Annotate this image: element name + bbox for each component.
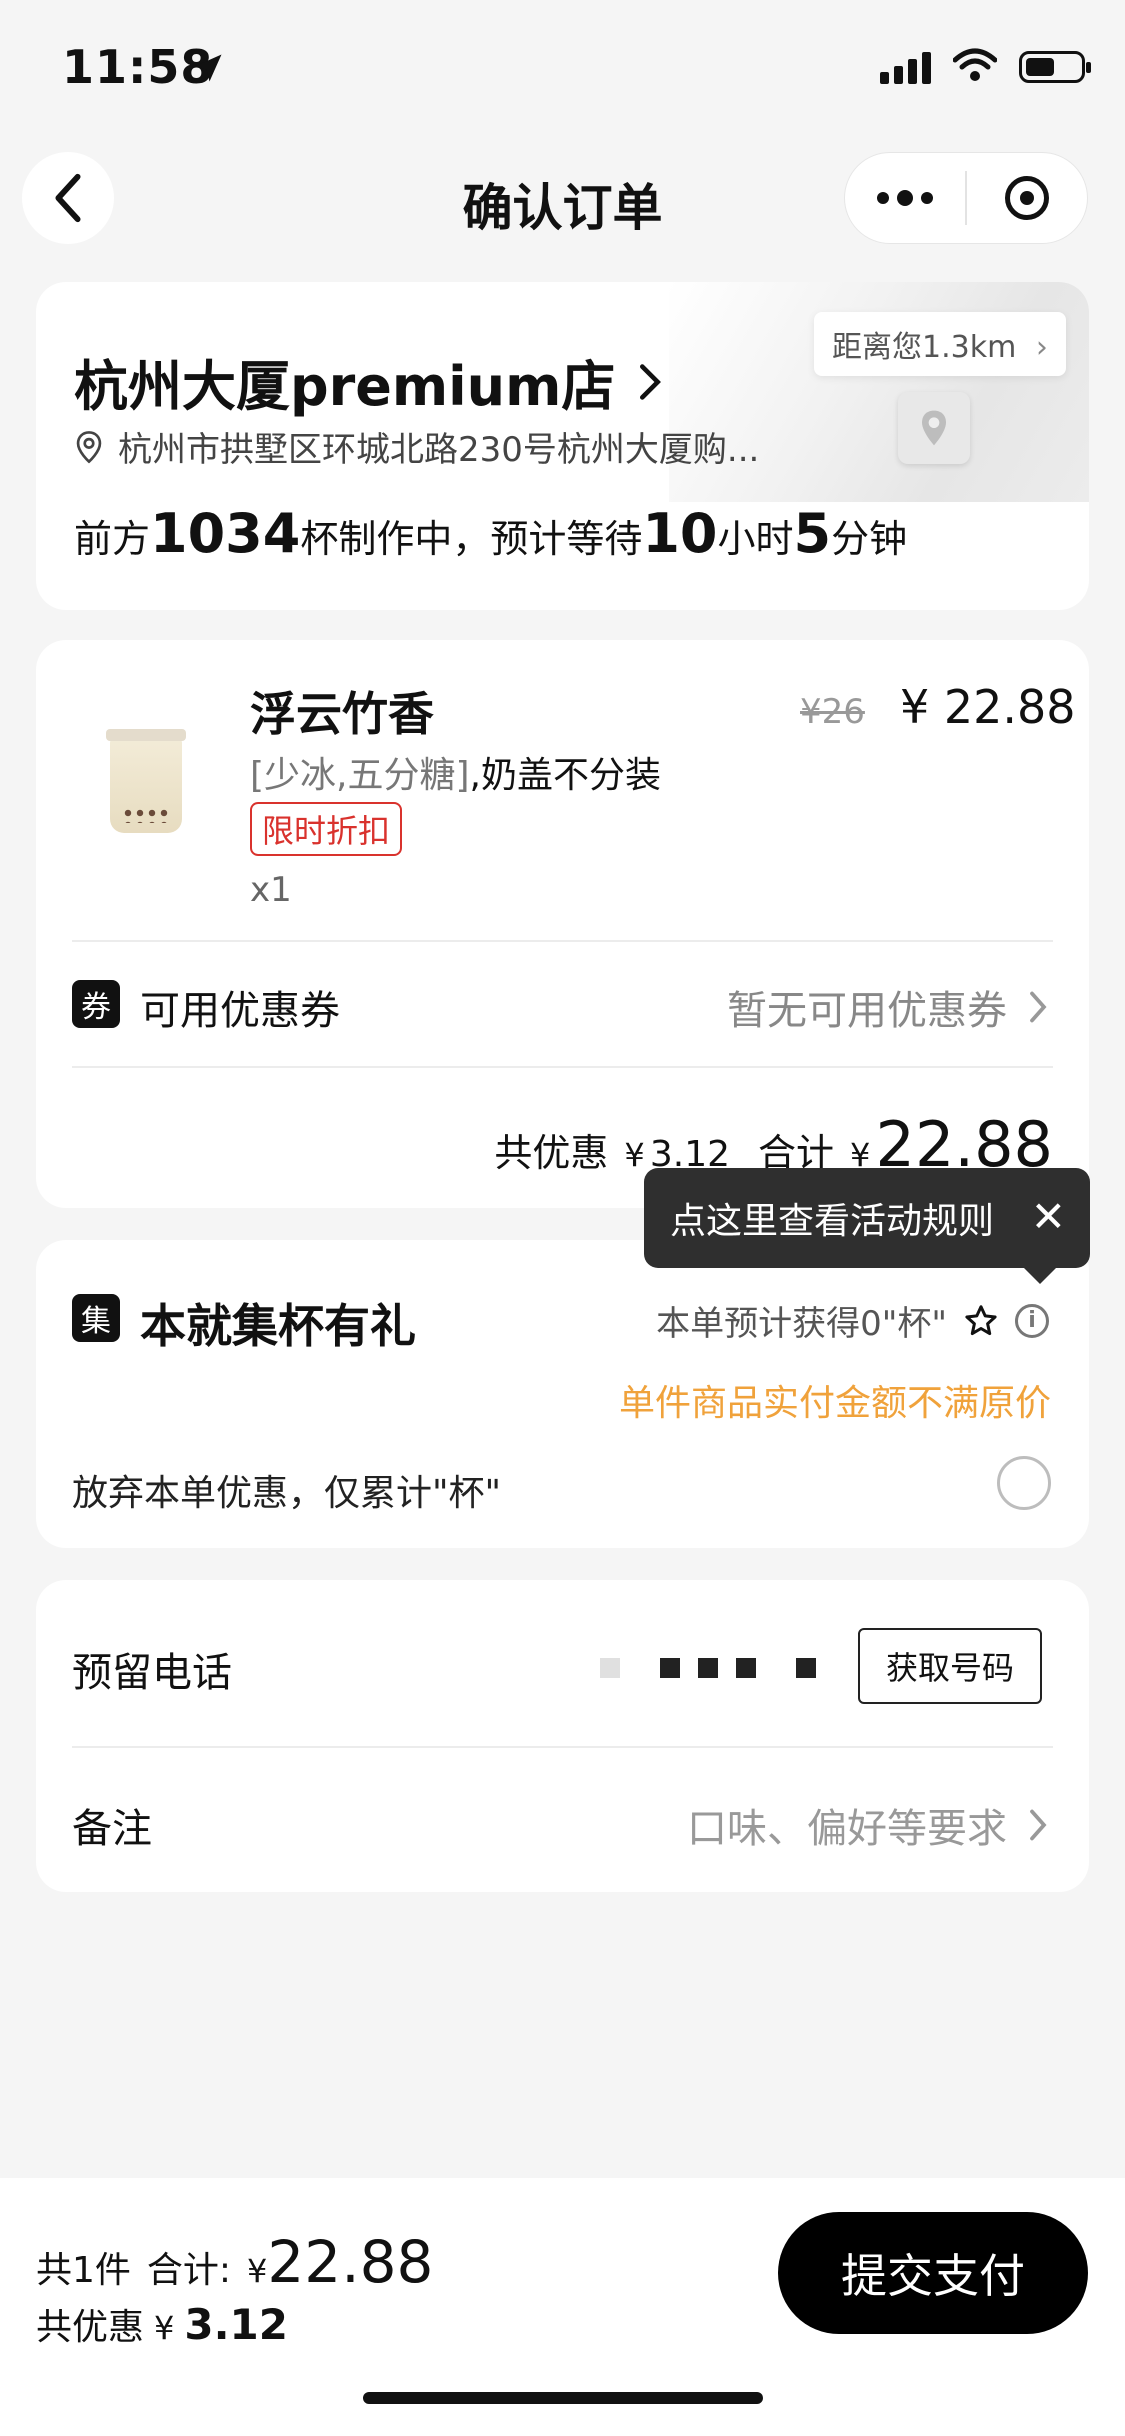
currency-symbol: ¥ [247,2252,268,2290]
options-extra: ,奶盖不分装 [469,755,661,796]
rules-tooltip[interactable]: 点这里查看活动规则 ✕ [644,1168,1090,1284]
wait-minutes: 5 [793,502,832,565]
more-button[interactable] [845,153,965,243]
target-icon [1005,176,1049,220]
queue-cups: 1034 [150,502,301,565]
distance-chip[interactable]: 距离您1.3km › [814,312,1066,376]
discount-label: 共优惠 [494,1131,609,1175]
options-bracket: [少冰,五分糖] [250,755,470,796]
currency-symbol: ¥ [624,1136,645,1174]
saved-amount: 3.12 [184,2300,289,2349]
coupon-label: 可用优惠券 [140,988,340,1034]
more-dots-icon [877,190,933,206]
bottom-total: 共1件 合计: ¥22.88 [36,2228,433,2296]
masked-phone [600,1658,816,1678]
hours-unit: 小时 [717,517,794,561]
collect-estimate-text: 本单预计获得0"杯" [656,1304,947,1344]
location-arrow-icon [190,50,226,90]
coupon-value: 暂无可用优惠券 [727,988,1007,1034]
coupon-selector[interactable]: 暂无可用优惠券 [727,978,1049,1036]
store-address-text: 杭州市拱墅区环城北路230号杭州大厦购... [118,430,760,470]
note-field[interactable]: 口味、偏好等要求 [687,1796,1049,1854]
product-image [86,700,206,870]
store-name-text: 杭州大厦premium店 [74,355,616,418]
info-icon[interactable]: i [1015,1303,1049,1338]
item-count: 共1件 [36,2250,131,2291]
note-label: 备注 [72,1806,152,1852]
contact-card: 预留电话 获取号码 备注 口味、偏好等要求 [36,1580,1089,1892]
close-miniprogram-button[interactable] [967,153,1087,243]
divider [72,1746,1053,1748]
phone-label: 预留电话 [72,1650,232,1696]
collect-estimate: 本单预计获得0"杯" i [656,1296,1049,1345]
coupon-icon: 券 [72,980,120,1028]
note-placeholder: 口味、偏好等要求 [687,1806,1007,1852]
collect-icon: 集 [72,1294,120,1342]
waive-discount-radio[interactable] [997,1456,1051,1510]
product-qty: x1 [250,870,292,910]
currency-symbol: ¥ [154,2309,175,2347]
close-icon[interactable]: ✕ [1031,1192,1066,1241]
wifi-icon [952,48,998,86]
product-name: 浮云竹香 [250,687,434,741]
bottom-total-amount: 22.88 [267,2228,434,2296]
discount-tag: 限时折扣 [250,802,403,856]
battery-icon [1019,51,1091,83]
bottom-total-label: 合计: [146,2250,232,2291]
waive-discount-label: 放弃本单优惠，仅累计"杯" [72,1473,502,1514]
store-name[interactable]: 杭州大厦premium店 [74,342,663,421]
queue-info: 前方1034杯制作中，预计等待10小时5分钟 [74,502,907,565]
chevron-right-icon [1030,1809,1047,1841]
collect-title: 本就集杯有礼 [140,1299,416,1353]
queue-prefix: 前方 [74,517,151,561]
get-number-button[interactable]: 获取号码 [858,1628,1042,1704]
divider [72,1066,1053,1068]
current-price: ¥ 22.88 [900,680,1076,734]
chevron-right-icon [640,363,662,400]
minutes-unit: 分钟 [831,517,908,561]
collect-cup-card: 集 本就集杯有礼 本单预计获得0"杯" i 单件商品实付金额不满原价 放弃本单优… [36,1240,1089,1548]
store-card[interactable]: 距离您1.3km › 杭州大厦premium店 杭州市拱墅区环城北路230号杭州… [36,282,1089,610]
tooltip-text: 点这里查看活动规则 [670,1201,995,1242]
store-address: 杭州市拱墅区环城北路230号杭州大厦购... [74,422,759,471]
queue-mid: 杯制作中，预计等待 [300,517,643,561]
distance-text: 距离您1.3km [832,330,1017,365]
saved-label: 共优惠 [36,2307,145,2348]
home-indicator [363,2392,763,2404]
product-options: [少冰,五分糖],奶盖不分装 [250,746,661,798]
wait-hours: 10 [642,502,718,565]
chevron-right-icon [1030,991,1047,1023]
mini-program-capsule [844,152,1088,244]
submit-payment-button[interactable]: 提交支付 [778,2212,1088,2334]
status-icons [880,48,1091,86]
signal-icon [880,50,931,84]
collect-note: 单件商品实付金额不满原价 [618,1383,1051,1424]
order-card: 浮云竹香 [少冰,五分糖],奶盖不分装 限时折扣 x1 ¥26 ¥ 22.88 … [36,640,1089,1208]
star-icon [965,1304,997,1335]
location-pin-icon [76,430,102,463]
divider [72,940,1053,942]
bottom-saved: 共优惠 ¥ 3.12 [36,2298,288,2350]
map-pin-icon [898,392,970,464]
original-price: ¥26 [800,692,865,732]
chevron-right-icon: › [1035,330,1048,365]
